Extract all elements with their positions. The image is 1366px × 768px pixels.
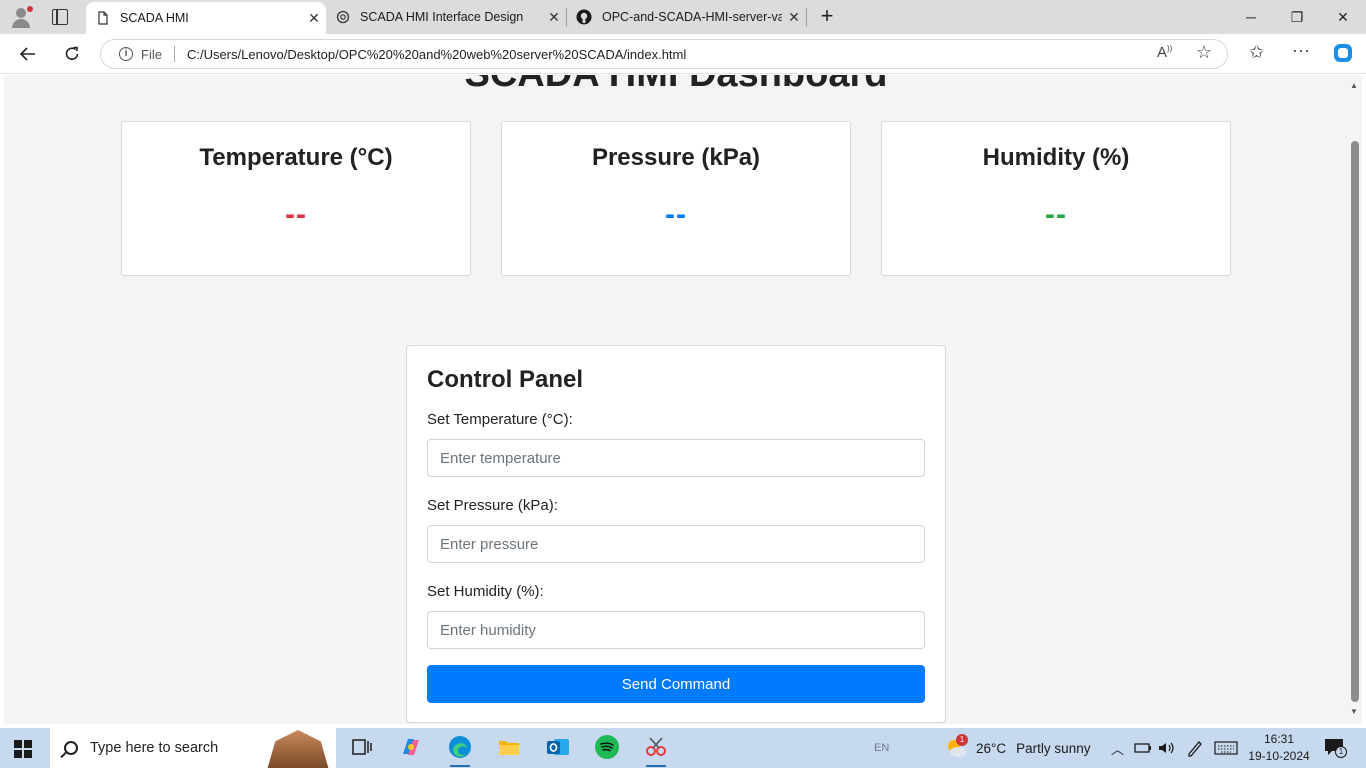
humidity-card-label: Humidity (%) [982, 144, 1130, 171]
scroll-down-icon[interactable]: ▼ [1350, 707, 1358, 716]
humidity-input[interactable] [427, 611, 925, 649]
profile-icon[interactable] [10, 6, 33, 28]
humidity-field-label: Set Humidity (%): [427, 583, 544, 600]
windows-taskbar: Type here to search EN 1 26°C Partly sun… [0, 728, 1366, 768]
volume-icon[interactable] [1158, 728, 1176, 768]
keyboard-icon[interactable] [1214, 728, 1238, 768]
refresh-icon [65, 46, 79, 60]
clock-time: 16:31 [1263, 732, 1295, 746]
copilot-icon[interactable] [1332, 42, 1354, 68]
tab-label: SCADA HMI Interface Design [360, 10, 524, 24]
url-text[interactable]: C:/Users/Lenovo/Desktop/OPC%20%20and%20w… [187, 47, 1227, 62]
minimize-button[interactable]: ─ [1228, 0, 1274, 34]
page-title: SCADA HMI Dashboard [4, 75, 1348, 96]
scrollbar-thumb[interactable] [1351, 141, 1359, 702]
back-arrow-icon [20, 47, 35, 61]
read-aloud-icon[interactable]: A)) [1157, 44, 1172, 61]
tab-actions-icon[interactable] [52, 9, 68, 25]
pressure-input[interactable] [427, 525, 925, 563]
copilot-taskbar-icon[interactable] [398, 734, 424, 760]
partly-sunny-icon: 1 [944, 734, 968, 760]
tab-interface-design[interactable]: SCADA HMI Interface Design ✕ [326, 0, 566, 34]
close-window-button[interactable]: ✕ [1320, 0, 1366, 34]
pressure-field-label: Set Pressure (kPa): [427, 497, 558, 514]
browser-titlebar: SCADA HMI ✕ SCADA HMI Interface Design ✕… [0, 0, 1366, 34]
spotify-icon[interactable] [594, 734, 620, 760]
humidity-value: -- [1045, 198, 1067, 231]
more-menu-icon[interactable]: ··· [1292, 40, 1310, 61]
tab-label: SCADA HMI [120, 11, 189, 25]
restore-button[interactable]: ❐ [1274, 0, 1320, 34]
task-view-icon[interactable] [349, 734, 375, 760]
temperature-card: Temperature (°C) -- [121, 121, 471, 276]
file-explorer-icon[interactable] [496, 734, 522, 760]
pressure-value: -- [665, 198, 687, 231]
outlook-icon[interactable] [545, 734, 571, 760]
github-icon [576, 9, 592, 25]
search-placeholder: Type here to search [90, 740, 219, 756]
page-scrollbar[interactable]: ▲ ▼ [1348, 75, 1362, 724]
pressure-card-label: Pressure (kPa) [591, 144, 761, 171]
taskbar-clock[interactable]: 16:31 19-10-2024 [1248, 731, 1310, 765]
scroll-up-icon[interactable]: ▲ [1350, 81, 1358, 90]
taskbar-search[interactable]: Type here to search [50, 728, 336, 768]
snipping-active-indicator [646, 765, 666, 767]
refresh-button[interactable] [58, 40, 86, 68]
temperature-card-label: Temperature (°C) [199, 144, 393, 171]
temperature-input[interactable] [427, 439, 925, 477]
language-indicator[interactable]: EN [874, 728, 889, 768]
tab-scada-hmi[interactable]: SCADA HMI ✕ [86, 2, 326, 34]
close-tab-icon[interactable]: ✕ [782, 9, 806, 26]
send-command-button[interactable]: Send Command [427, 665, 925, 703]
tab-github[interactable]: OPC-and-SCADA-HMI-server-vali ✕ [566, 0, 806, 34]
new-tab-button[interactable]: + [814, 4, 840, 30]
snipping-tool-icon[interactable] [643, 734, 669, 760]
search-icon [64, 741, 78, 755]
info-icon[interactable]: i [119, 47, 133, 61]
notifications-count: 1 [1335, 746, 1347, 758]
page-icon [98, 11, 108, 25]
weather-desc: Partly sunny [1016, 740, 1091, 756]
weather-badge: 1 [956, 734, 968, 746]
tab-label: OPC-and-SCADA-HMI-server-vali [602, 10, 782, 24]
humidity-card: Humidity (%) -- [881, 121, 1231, 276]
pressure-card: Pressure (kPa) -- [501, 121, 851, 276]
chatgpt-icon [336, 10, 350, 24]
show-hidden-icons[interactable]: ︿ [1111, 728, 1124, 768]
temperature-field-label: Set Temperature (°C): [427, 411, 573, 428]
tab-separator [806, 8, 807, 26]
page-viewport: SCADA HMI Dashboard Temperature (°C) -- … [4, 75, 1348, 724]
close-tab-icon[interactable]: ✕ [302, 10, 326, 27]
edge-active-indicator [450, 765, 470, 767]
notifications-icon[interactable]: 1 [1324, 728, 1347, 768]
address-bar[interactable]: i File C:/Users/Lenovo/Desktop/OPC%20%20… [100, 39, 1228, 69]
edge-browser-icon[interactable] [447, 734, 473, 760]
scheme-label: File [141, 46, 162, 62]
clock-date: 19-10-2024 [1248, 749, 1310, 763]
pen-icon[interactable] [1186, 728, 1204, 768]
close-tab-icon[interactable]: ✕ [542, 9, 566, 26]
temperature-value: -- [285, 198, 307, 231]
weather-widget[interactable]: 1 26°C Partly sunny [944, 728, 1090, 768]
back-button[interactable] [14, 40, 42, 68]
favorite-star-icon[interactable]: ☆ [1196, 42, 1212, 63]
favorites-icon[interactable]: ✩ [1249, 42, 1264, 63]
windows-start-icon[interactable] [14, 740, 32, 758]
battery-icon[interactable] [1134, 728, 1152, 768]
control-panel-title: Control Panel [427, 366, 584, 393]
search-highlight-image [267, 730, 329, 768]
control-panel: Control Panel Set Temperature (°C): Set … [406, 345, 946, 723]
weather-temp: 26°C [976, 740, 1007, 756]
address-separator [173, 46, 175, 62]
